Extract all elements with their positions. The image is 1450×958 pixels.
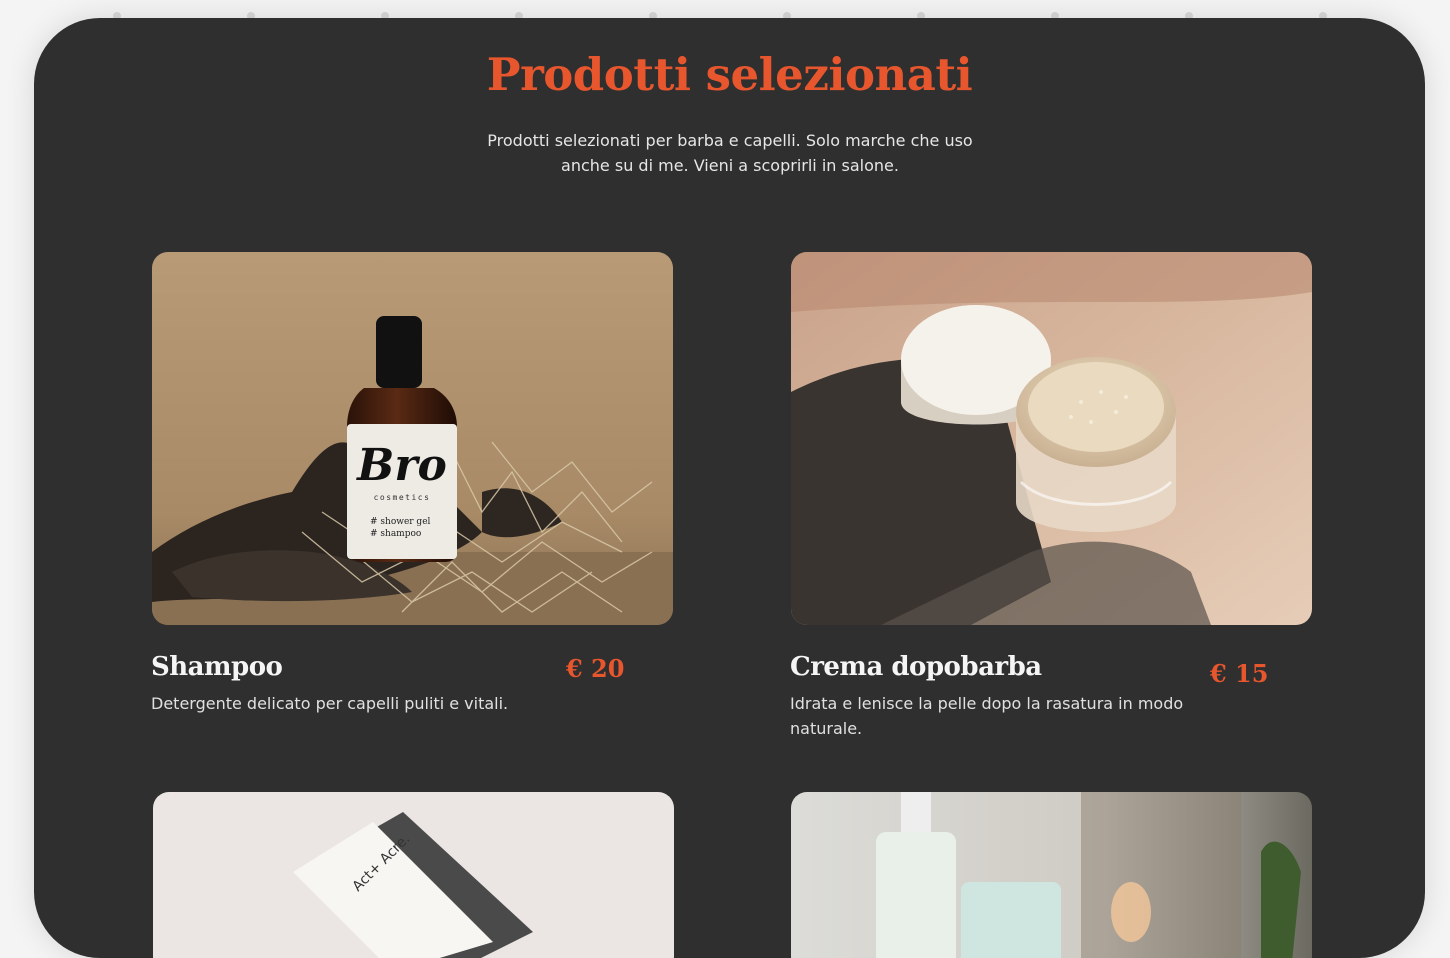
bottle-tag-1: # shower gel <box>370 517 431 527</box>
bottle-tag-2: # shampoo <box>370 529 421 539</box>
product-image-crema-dopobarba[interactable] <box>791 252 1312 625</box>
section-subtitle: Prodotti selezionati per barba e capelli… <box>487 131 973 175</box>
product-price: € 20 <box>566 654 625 683</box>
product-image-4[interactable] <box>791 792 1312 958</box>
bottle-sub: cosmetics <box>374 493 431 502</box>
section-title: Prodotti selezionati <box>486 48 973 101</box>
products-section: Prodotti selezionati Prodotti selezionat… <box>34 18 1425 958</box>
product-description: Idrata e lenisce la pelle dopo la rasatu… <box>790 694 1184 738</box>
product-name: Shampoo <box>151 652 283 682</box>
product-description: Detergente delicato per capelli puliti e… <box>151 694 509 713</box>
product-price: € 15 <box>1210 659 1269 688</box>
product-name: Crema dopobarba <box>790 652 1042 682</box>
product-image-3[interactable]: Act+ Acre. <box>153 792 674 958</box>
product-image-shampoo[interactable]: Bro cosmetics # shower gel # shampoo <box>152 252 673 625</box>
bottle-brand: Bro <box>355 440 447 491</box>
